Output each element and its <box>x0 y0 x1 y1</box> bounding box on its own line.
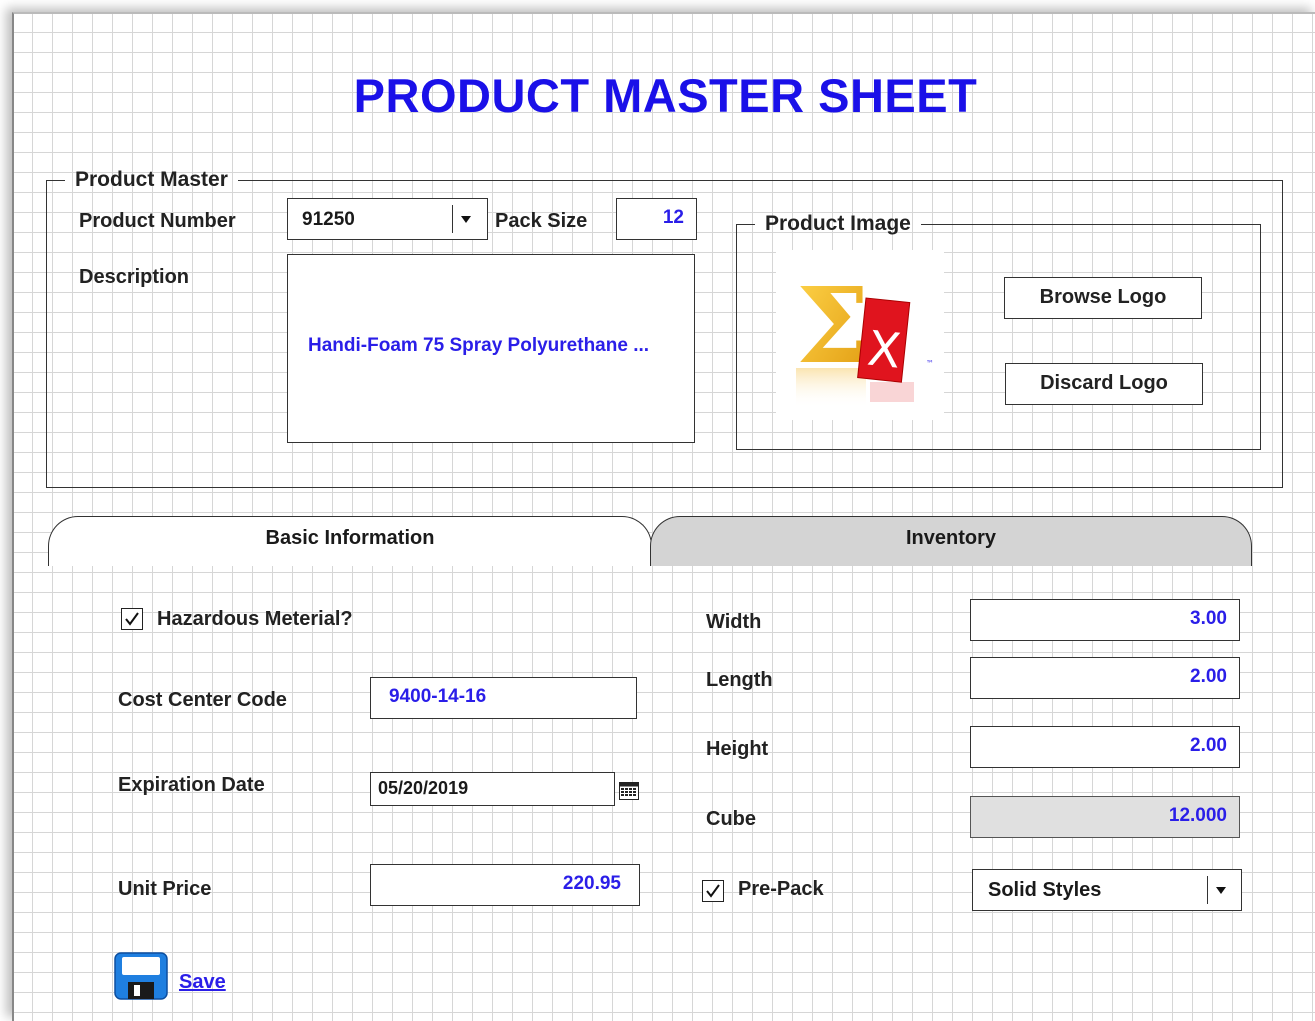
save-link[interactable]: Save <box>179 971 226 994</box>
description-label: Description <box>79 266 190 288</box>
cube-label: Cube <box>706 808 756 830</box>
style-dropdown[interactable]: Solid Styles <box>972 869 1242 911</box>
product-number-label: Product Number <box>79 210 236 232</box>
unit-price-field[interactable]: 220.95 <box>370 864 640 906</box>
tab-basic-information[interactable]: Basic Information <box>48 516 652 566</box>
length-field[interactable]: 2.00 <box>970 657 1240 699</box>
hazardous-checkbox[interactable] <box>121 608 143 630</box>
pack-size-field[interactable]: 12 <box>616 198 697 240</box>
description-field[interactable]: Handi-Foam 75 Spray Polyurethane ... <box>287 254 695 443</box>
product-logo-image: Σ X ™ <box>776 250 944 420</box>
cube-field: 12.000 <box>970 796 1240 838</box>
chevron-down-icon[interactable] <box>452 205 479 233</box>
length-label: Length <box>706 669 773 691</box>
hazardous-label: Hazardous Meterial? <box>157 608 353 630</box>
checkmark-icon <box>706 884 720 898</box>
prepack-label: Pre-Pack <box>738 878 824 900</box>
cost-center-label: Cost Center Code <box>118 689 287 711</box>
prepack-checkbox[interactable] <box>702 880 724 902</box>
product-number-dropdown[interactable]: 91250 <box>287 198 488 240</box>
product-image-legend: Product Image <box>765 212 911 235</box>
style-dropdown-value: Solid Styles <box>988 879 1102 901</box>
product-master-sheet: PRODUCT MASTER SHEET Product Master Prod… <box>12 12 1315 1021</box>
product-master-legend: Product Master <box>75 168 228 191</box>
pack-size-label: Pack Size <box>495 210 588 232</box>
checkmark-icon <box>125 612 139 626</box>
logo-tm: ™ <box>926 359 934 368</box>
discard-logo-button[interactable]: Discard Logo <box>1005 363 1203 405</box>
width-field[interactable]: 3.00 <box>970 599 1240 641</box>
logo-icon: Σ X ™ <box>796 264 934 408</box>
tab-inventory[interactable]: Inventory <box>650 516 1252 566</box>
cost-center-field[interactable]: 9400-14-16 <box>370 677 637 719</box>
save-disk-icon[interactable] <box>114 952 168 1000</box>
expiration-label: Expiration Date <box>118 774 265 796</box>
width-label: Width <box>706 611 762 633</box>
browse-logo-button[interactable]: Browse Logo <box>1004 277 1202 319</box>
product-number-value: 91250 <box>302 209 355 230</box>
logo-x: X <box>865 321 904 380</box>
height-field[interactable]: 2.00 <box>970 726 1240 768</box>
height-label: Height <box>706 738 769 760</box>
calendar-icon[interactable] <box>619 782 639 800</box>
page-title: PRODUCT MASTER SHEET <box>353 69 978 122</box>
chevron-down-icon[interactable] <box>1207 876 1234 904</box>
unit-price-label: Unit Price <box>118 878 212 900</box>
description-value: Handi-Foam 75 Spray Polyurethane ... <box>308 335 650 356</box>
expiration-date-field[interactable]: 05/20/2019 <box>370 772 615 806</box>
